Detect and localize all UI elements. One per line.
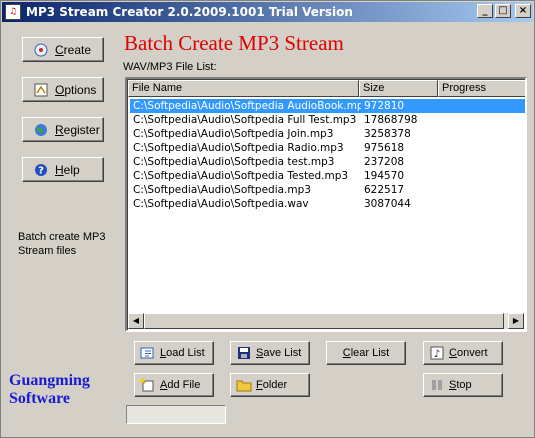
- options-label: Options: [55, 82, 97, 97]
- save-list-label: Save List: [256, 347, 302, 359]
- table-row[interactable]: C:\Softpedia\Audio\Softpedia Tested.mp3 1…: [130, 169, 525, 183]
- stop-button[interactable]: Stop: [423, 373, 503, 397]
- cd-icon: [33, 42, 49, 58]
- file-size-cell: 17868798: [364, 114, 418, 126]
- scrollbar-track[interactable]: [144, 313, 508, 329]
- file-size-cell: 975618: [364, 142, 405, 154]
- load-list-button[interactable]: Load List: [134, 341, 214, 365]
- close-button[interactable]: ×: [515, 4, 531, 18]
- table-row[interactable]: C:\Softpedia\Audio\Softpedia Join.mp3 325…: [130, 127, 525, 141]
- window-controls: _ □ ×: [477, 4, 531, 18]
- minimize-button[interactable]: _: [477, 4, 493, 18]
- column-header-progress[interactable]: Progress: [438, 80, 525, 97]
- add-file-label: Add File: [160, 379, 201, 391]
- table-row[interactable]: C:\Softpedia\Audio\Softpedia Full Test.m…: [130, 113, 525, 127]
- file-progress-cell: [440, 197, 525, 211]
- file-size-cell: 3258378: [364, 128, 411, 140]
- convert-label: Convert: [449, 347, 488, 359]
- help-icon: ?: [33, 162, 49, 178]
- company-line-2: Software: [9, 390, 71, 407]
- add-file-button[interactable]: Add File: [134, 373, 214, 397]
- file-size-cell: 622517: [364, 184, 405, 196]
- file-list[interactable]: File Name Size Progress C:\Softpedia\Aud…: [125, 77, 527, 332]
- create-button[interactable]: Create: [22, 37, 104, 62]
- options-icon: [33, 82, 49, 98]
- column-header-file-name[interactable]: File Name: [128, 80, 359, 97]
- maximize-button[interactable]: □: [495, 4, 511, 18]
- description-text: Batch create MP3 Stream files: [18, 231, 106, 257]
- register-label: Register: [55, 122, 100, 137]
- scroll-left-button[interactable]: ◀: [128, 313, 144, 329]
- convert-button[interactable]: ♪ Convert: [423, 341, 503, 365]
- file-name-cell: C:\Softpedia\Audio\Softpedia AudioBook.m…: [130, 99, 361, 113]
- svg-text:?: ?: [38, 165, 44, 176]
- table-row[interactable]: C:\Softpedia\Audio\Softpedia Radio.mp3 97…: [130, 141, 525, 155]
- status-progress-field: [126, 405, 226, 424]
- file-name-cell: C:\Softpedia\Audio\Softpedia.wav: [133, 198, 309, 210]
- folder-icon: [236, 377, 252, 393]
- load-list-label: Load List: [160, 347, 205, 359]
- create-label: Create: [55, 42, 92, 57]
- scroll-right-button[interactable]: ▶: [508, 313, 524, 329]
- globe-icon: [33, 122, 49, 138]
- company-line-1: Guangming: [9, 372, 90, 389]
- file-progress-cell: [440, 169, 525, 183]
- file-size-cell: 3087044: [364, 198, 411, 210]
- window-title: MP3 Stream Creator 2.0.2009.1001 Trial V…: [26, 5, 353, 19]
- clear-list-button[interactable]: Clear List: [326, 341, 406, 365]
- music-note-icon: ♪: [429, 345, 445, 361]
- load-list-icon: [140, 345, 156, 361]
- file-list-header: File Name Size Progress: [128, 80, 525, 97]
- file-progress-cell: [440, 113, 525, 127]
- file-size-cell: 972810: [364, 100, 405, 112]
- file-name-cell: C:\Softpedia\Audio\Softpedia.mp3: [133, 184, 311, 196]
- file-name-cell: C:\Softpedia\Audio\Softpedia Join.mp3: [133, 128, 334, 140]
- scrollbar-thumb[interactable]: [144, 313, 504, 329]
- file-progress-cell: [440, 99, 525, 113]
- status-bar: [122, 403, 527, 425]
- file-progress-cell: [440, 141, 525, 155]
- register-button[interactable]: Register: [22, 117, 104, 142]
- file-name-cell: C:\Softpedia\Audio\Softpedia Tested.mp3: [133, 170, 349, 182]
- clear-list-label: Clear List: [342, 347, 390, 359]
- save-list-button[interactable]: Save List: [230, 341, 310, 365]
- app-icon: ♫: [5, 4, 21, 20]
- folder-button[interactable]: Folder: [230, 373, 310, 397]
- table-row[interactable]: C:\Softpedia\Audio\Softpedia.wav 3087044: [130, 197, 525, 211]
- file-name-cell: C:\Softpedia\Audio\Softpedia Radio.mp3: [133, 142, 344, 154]
- floppy-icon: [236, 345, 252, 361]
- svg-text:♪: ♪: [434, 349, 440, 360]
- help-label: Help: [55, 162, 80, 177]
- file-progress-cell: [440, 155, 525, 169]
- file-list-label: WAV/MP3 File List:: [123, 61, 217, 73]
- file-name-cell: C:\Softpedia\Audio\Softpedia test.mp3: [133, 156, 335, 168]
- file-list-rows: C:\Softpedia\Audio\Softpedia AudioBook.m…: [130, 99, 525, 211]
- table-row[interactable]: C:\Softpedia\Audio\Softpedia.mp3 622517: [130, 183, 525, 197]
- column-header-size[interactable]: Size: [359, 80, 438, 97]
- title-bar[interactable]: ♫ MP3 Stream Creator 2.0.2009.1001 Trial…: [2, 2, 533, 22]
- table-row[interactable]: C:\Softpedia\Audio\Softpedia AudioBook.m…: [130, 99, 525, 113]
- help-button[interactable]: ? Help: [22, 157, 104, 182]
- file-progress-cell: [440, 183, 525, 197]
- stop-icon: [429, 377, 445, 393]
- options-button[interactable]: Options: [22, 77, 104, 102]
- company-name: Guangming Software: [9, 372, 90, 408]
- file-size-cell: 237208: [364, 156, 405, 168]
- file-name-cell: C:\Softpedia\Audio\Softpedia Full Test.m…: [133, 114, 357, 126]
- page-title: Batch Create MP3 Stream: [124, 31, 344, 55]
- folder-label: Folder: [256, 379, 288, 391]
- table-row[interactable]: C:\Softpedia\Audio\Softpedia test.mp3 237…: [130, 155, 525, 169]
- horizontal-scrollbar[interactable]: ◀ ▶: [128, 313, 524, 329]
- file-size-cell: 194570: [364, 170, 405, 182]
- stop-label: Stop: [449, 379, 472, 391]
- file-progress-cell: [440, 127, 525, 141]
- add-file-icon: [140, 377, 156, 393]
- app-window: ♫ MP3 Stream Creator 2.0.2009.1001 Trial…: [0, 0, 535, 438]
